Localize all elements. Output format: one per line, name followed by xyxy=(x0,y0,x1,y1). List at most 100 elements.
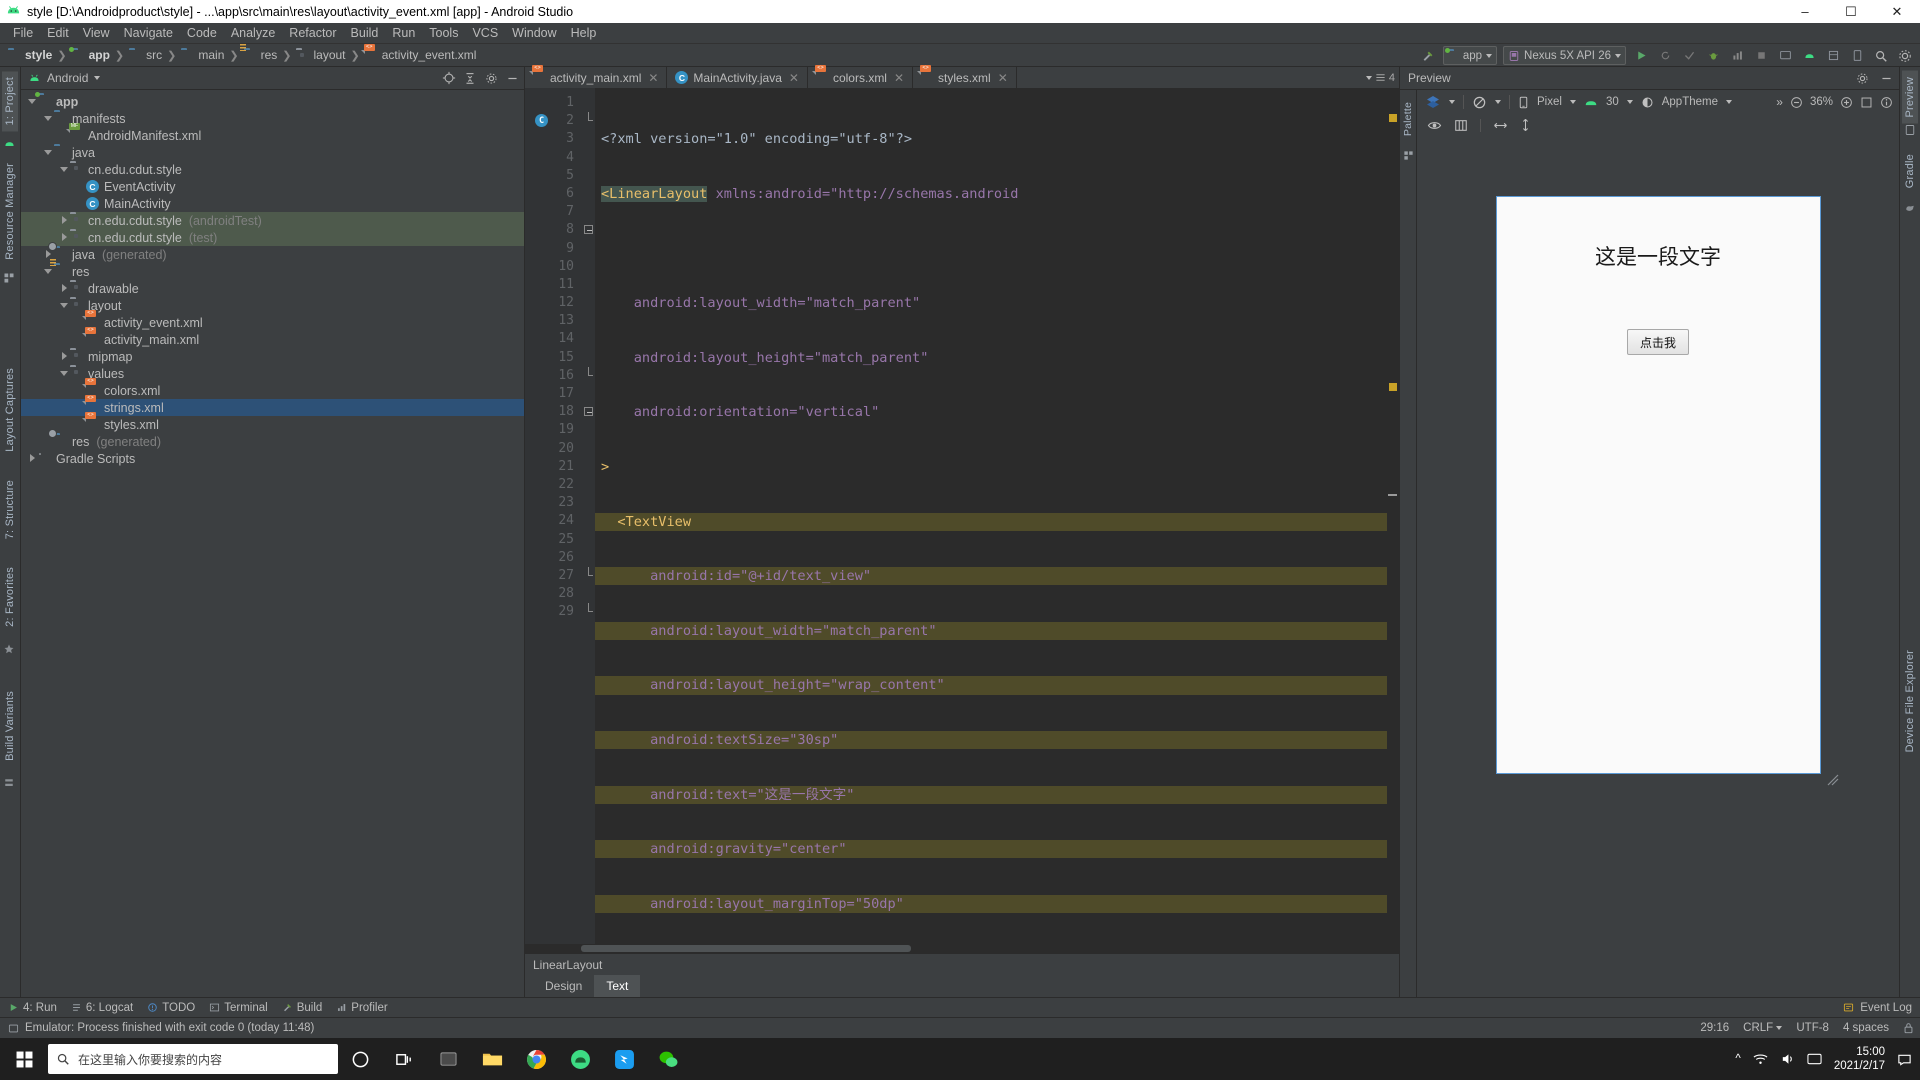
menu-analyze[interactable]: Analyze xyxy=(224,24,282,42)
sidebar-tab-project[interactable]: 1: Project xyxy=(2,71,18,131)
settings-gear-icon[interactable] xyxy=(1894,45,1916,66)
menu-refactor[interactable]: Refactor xyxy=(282,24,343,42)
taskbar-search-input[interactable]: 在这里输入你要搜索的内容 xyxy=(48,1044,338,1074)
settings-gear-icon[interactable] xyxy=(482,69,500,87)
breadcrumb-app[interactable]: app xyxy=(70,48,112,62)
hide-panel-icon[interactable] xyxy=(1877,69,1895,87)
chevron-down-icon[interactable] xyxy=(1449,100,1455,104)
fold-collapse-icon[interactable] xyxy=(584,407,593,416)
tree-item-gradle-scripts[interactable]: Gradle Scripts xyxy=(21,450,524,467)
hide-panel-icon[interactable] xyxy=(503,69,521,87)
tool-window-profiler[interactable]: Profiler xyxy=(336,1002,387,1014)
widget-icon[interactable] xyxy=(426,1038,470,1080)
info-icon[interactable] xyxy=(1880,96,1893,109)
tree-item-activity-event-xml[interactable]: activity_event.xml xyxy=(21,314,524,331)
tree-item-java[interactable]: java xyxy=(21,144,524,161)
layers-icon[interactable] xyxy=(1425,94,1441,110)
preview-button[interactable]: 点击我 xyxy=(1627,329,1689,355)
menu-help[interactable]: Help xyxy=(564,24,604,42)
device-manager-icon[interactable] xyxy=(1846,45,1868,66)
tree-item-layout[interactable]: layout xyxy=(21,297,524,314)
tool-window-terminal[interactable]: Terminal xyxy=(209,1002,267,1014)
tree-item-activity-main-xml[interactable]: activity_main.xml xyxy=(21,331,524,348)
sidebar-tab-palette[interactable]: Palette xyxy=(1400,96,1416,142)
line-separator[interactable]: CRLF xyxy=(1743,1022,1782,1034)
tree-item-java[interactable]: java(generated) xyxy=(21,246,524,263)
fold-marker-slot[interactable] xyxy=(583,367,595,385)
taskbar-clock[interactable]: 15:00 2021/2/17 xyxy=(1834,1045,1885,1073)
file-encoding[interactable]: UTF-8 xyxy=(1796,1022,1829,1034)
close-button[interactable]: ✕ xyxy=(1874,0,1920,23)
chevron-down-icon[interactable] xyxy=(1495,100,1501,104)
breadcrumb-main[interactable]: main xyxy=(179,48,226,62)
menu-file[interactable]: File xyxy=(6,24,40,42)
project-tree[interactable]: appmanifestsAndroidManifest.xmljavacn.ed… xyxy=(21,90,524,997)
tree-item-eventactivity[interactable]: CEventActivity xyxy=(21,178,524,195)
theme-icon[interactable] xyxy=(1641,96,1654,109)
menu-view[interactable]: View xyxy=(76,24,117,42)
close-icon[interactable]: ✕ xyxy=(648,71,658,85)
chevron-down-icon[interactable] xyxy=(59,368,70,379)
cortana-icon[interactable] xyxy=(338,1038,382,1080)
lock-icon[interactable] xyxy=(1903,1022,1914,1034)
chevron-down-icon[interactable] xyxy=(1627,100,1633,104)
tree-item-styles-xml[interactable]: styles.xml xyxy=(21,416,524,433)
fold-marker-slot[interactable] xyxy=(583,567,595,585)
tree-item-mipmap[interactable]: mipmap xyxy=(21,348,524,365)
device-screen-preview[interactable]: 这是一段文字 点击我 xyxy=(1496,196,1821,774)
code-folding-gutter[interactable] xyxy=(583,88,595,944)
breadcrumb-res[interactable]: res xyxy=(242,48,280,62)
menu-window[interactable]: Window xyxy=(505,24,563,42)
resize-handle-icon[interactable] xyxy=(1826,773,1840,787)
tray-ime-icon[interactable] xyxy=(1807,1052,1822,1066)
locate-target-icon[interactable] xyxy=(440,69,458,87)
android-tool-icon[interactable] xyxy=(3,137,17,151)
fold-end-icon[interactable] xyxy=(588,567,589,576)
avd-manager-icon[interactable] xyxy=(1774,45,1796,66)
chevron-right-icon[interactable] xyxy=(59,232,70,243)
preview-canvas[interactable]: 这是一段文字 点击我 xyxy=(1417,136,1899,997)
editor-tab-activity-main-xml[interactable]: activity_main.xml✕ xyxy=(525,67,667,88)
layout-inspector-icon[interactable] xyxy=(1822,45,1844,66)
tree-item-mainactivity[interactable]: CMainActivity xyxy=(21,195,524,212)
tree-item-cn-edu-cdut-style[interactable]: cn.edu.cdut.style xyxy=(21,161,524,178)
module-selector[interactable]: app xyxy=(1443,46,1497,65)
inspection-marker[interactable] xyxy=(1389,383,1397,391)
build-variants-icon[interactable] xyxy=(3,777,17,791)
vertical-guideline-icon[interactable] xyxy=(1520,118,1531,132)
menu-edit[interactable]: Edit xyxy=(40,24,76,42)
task-view-icon[interactable] xyxy=(382,1038,426,1080)
zoom-out-button[interactable] xyxy=(1790,96,1803,109)
tree-item-cn-edu-cdut-style[interactable]: cn.edu.cdut.style(test) xyxy=(21,229,524,246)
menu-build[interactable]: Build xyxy=(344,24,386,42)
tree-item-app[interactable]: app xyxy=(21,93,524,110)
editor-tab-colors-xml[interactable]: colors.xml✕ xyxy=(808,67,913,88)
caret-position[interactable]: 29:16 xyxy=(1700,1022,1729,1034)
breadcrumb-src[interactable]: src xyxy=(127,48,164,62)
zoom-fit-button[interactable] xyxy=(1860,96,1873,109)
minimize-button[interactable]: – xyxy=(1782,0,1828,23)
project-view-selector[interactable]: Android xyxy=(47,71,88,85)
menu-code[interactable]: Code xyxy=(180,24,224,42)
tree-item-strings-xml[interactable]: strings.xml xyxy=(21,399,524,416)
sidebar-tab-gradle[interactable]: Gradle xyxy=(1902,148,1918,194)
zoom-in-button[interactable] xyxy=(1840,96,1853,109)
settings-gear-icon[interactable] xyxy=(1853,69,1871,87)
editor-tab-mainactivity-java[interactable]: C MainActivity.java✕ xyxy=(667,67,808,88)
chevron-down-icon[interactable] xyxy=(27,96,38,107)
chevron-down-icon[interactable] xyxy=(94,76,100,80)
code-editor[interactable]: 12C3456789101112131415161718192021222324… xyxy=(525,88,1399,944)
apply-changes-icon[interactable] xyxy=(1678,45,1700,66)
indent-setting[interactable]: 4 spaces xyxy=(1843,1022,1889,1034)
tool-window-build[interactable]: Build xyxy=(282,1002,323,1014)
start-button[interactable] xyxy=(0,1038,48,1080)
fold-marker-slot[interactable] xyxy=(583,221,595,239)
code-text[interactable]: <?xml version="1.0" encoding="utf-8"?> <… xyxy=(595,88,1399,944)
sidebar-tab-device-file-explorer[interactable]: Device File Explorer xyxy=(1902,644,1918,758)
preview-device-name[interactable]: Pixel xyxy=(1537,96,1562,108)
overflow-icon[interactable]: » xyxy=(1776,95,1783,109)
inspections-widget[interactable]: 4 xyxy=(1366,67,1395,88)
wechat-icon[interactable] xyxy=(646,1038,690,1080)
fold-marker-slot[interactable] xyxy=(583,403,595,421)
editor-marker-bar[interactable] xyxy=(1387,88,1399,944)
